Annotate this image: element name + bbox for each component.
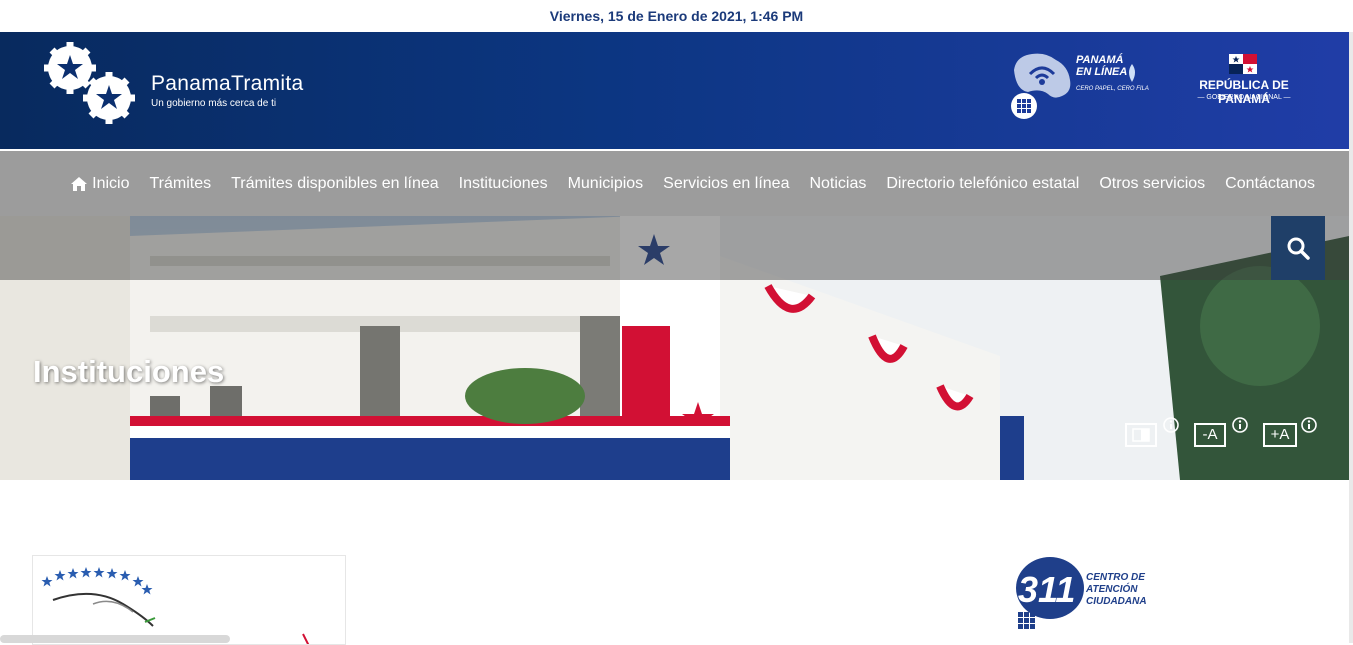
hero-top-band [0, 216, 1349, 280]
decrease-font-button[interactable]: -A [1194, 423, 1226, 447]
search-icon [1287, 237, 1310, 260]
nav-item-instituciones[interactable]: Instituciones [459, 175, 548, 193]
nav-item-noticias[interactable]: Noticias [809, 175, 866, 193]
panama-en-linea-title: PANAMÁ EN LÍNEA [1076, 54, 1128, 78]
brand-subtitle: Un gobierno más cerca de ti [151, 98, 277, 109]
nav-item-municipios[interactable]: Municipios [568, 175, 644, 193]
institution-card[interactable] [32, 555, 346, 645]
scrollbar-track[interactable] [1349, 32, 1353, 643]
nav-item-otros-servicios[interactable]: Otros servicios [1099, 175, 1205, 193]
search-button[interactable] [1271, 216, 1325, 280]
institution-logo-icon [41, 567, 310, 644]
center-311-text: CENTRO DE ATENCIÓN CIUDADANA [1086, 572, 1147, 607]
panama-flag-icon [1229, 54, 1257, 74]
republica-title[interactable]: REPÚBLICA DE PANAMÁ [1176, 78, 1312, 106]
current-datetime: Viernes, 15 de Enero de 2021, 1:46 PM [549, 8, 804, 24]
page-title: Instituciones [33, 354, 225, 389]
nav-item-inicio[interactable]: Inicio [70, 175, 129, 193]
nav-item-directorio[interactable]: Directorio telefónico estatal [886, 175, 1079, 193]
brand-header: PanamaTramita Un gobierno más cerca de t… [0, 32, 1349, 149]
hero-banner: Instituciones -A +A [0, 216, 1349, 480]
brand-title[interactable]: PanamaTramita [151, 72, 304, 96]
increase-font-button[interactable]: +A [1263, 423, 1297, 447]
contrast-icon [1132, 428, 1150, 442]
main-nav: Inicio Trámites Trámites disponibles en … [0, 151, 1349, 216]
nav-item-label: Inicio [92, 174, 130, 192]
date-bar: Viernes, 15 de Enero de 2021, 1:46 PM [0, 0, 1353, 32]
nav-item-contactanos[interactable]: Contáctanos [1225, 175, 1315, 193]
nav-item-servicios-en-linea[interactable]: Servicios en línea [663, 175, 789, 193]
info-icon[interactable] [1163, 417, 1179, 433]
contrast-button[interactable] [1125, 423, 1157, 447]
nav-item-tramites[interactable]: Trámites [149, 175, 211, 193]
info-icon[interactable] [1301, 417, 1317, 433]
info-icon[interactable] [1232, 417, 1248, 433]
gears-logo-icon[interactable] [38, 38, 148, 130]
horizontal-scrollbar[interactable] [0, 635, 230, 643]
panama-en-linea-tagline: CERO PAPEL, CERO FILA [1076, 86, 1149, 92]
republica-subtitle: — GOBIERNO NACIONAL — [1197, 94, 1291, 101]
home-icon [71, 176, 88, 191]
nav-item-tramites-en-linea[interactable]: Trámites disponibles en línea [231, 175, 439, 193]
center-311-number: 311 [1018, 569, 1075, 610]
